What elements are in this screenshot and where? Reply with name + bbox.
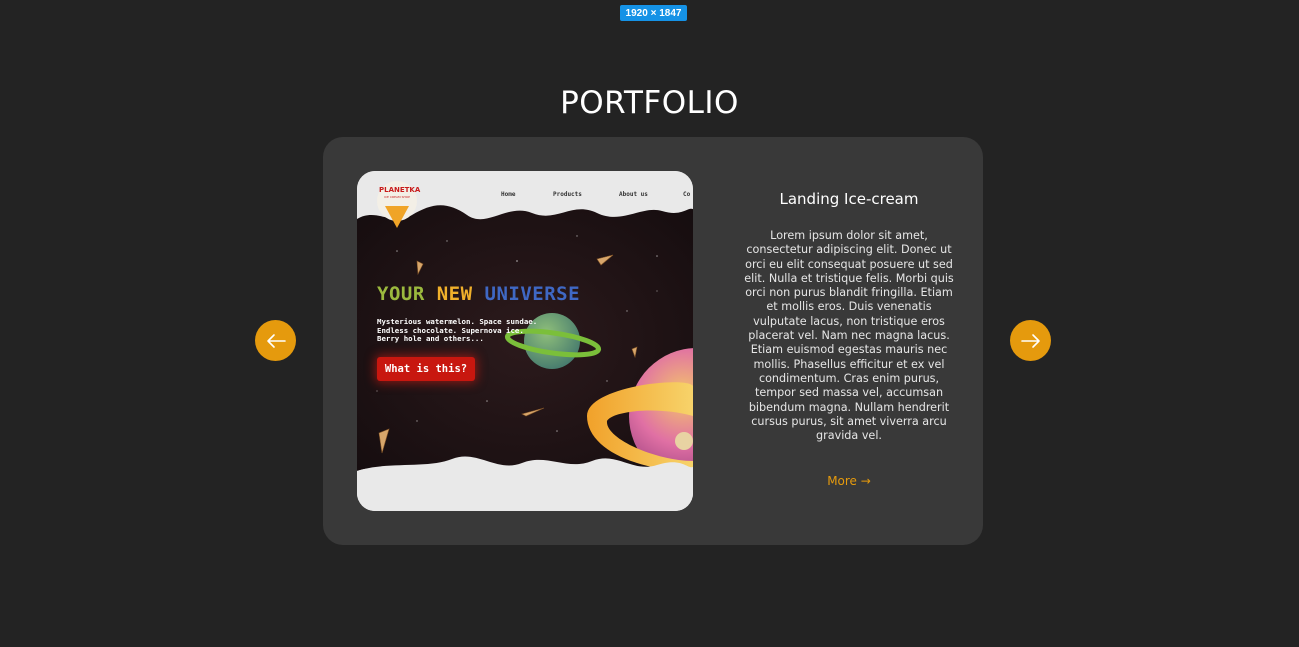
project-title: Landing Ice-cream — [779, 190, 919, 208]
canvas-size-badge: 1920 × 1847 — [620, 5, 687, 21]
preview-nav-item: About us — [619, 191, 648, 198]
project-description: Lorem ipsum dolor sit amet, consectetur … — [744, 229, 954, 443]
preview-nav-item: Products — [553, 191, 582, 198]
preview-headline-word: NEW — [436, 283, 473, 305]
preview-nav-item: Co — [683, 191, 691, 198]
portfolio-card: PLANETKA ICE CREAM SHOP Home Products Ab… — [323, 137, 983, 545]
arrow-right-icon — [1020, 333, 1040, 348]
preview-headline-word: UNIVERSE — [484, 283, 581, 305]
arrow-left-icon — [266, 333, 286, 348]
carousel-next-button[interactable] — [1010, 320, 1051, 361]
preview-subtext: Mysterious watermelon. Space sundae. End… — [377, 317, 577, 344]
preview-headline-word: YOUR — [377, 283, 425, 305]
preview-nav: Home Products About us Co — [357, 191, 693, 201]
project-preview-image[interactable]: PLANETKA ICE CREAM SHOP Home Products Ab… — [357, 171, 693, 511]
carousel-prev-button[interactable] — [255, 320, 296, 361]
preview-cta-button: What is this? — [377, 357, 475, 381]
preview-subtext-line: Berry hole and others... — [377, 334, 484, 344]
preview-nav-item: Home — [501, 191, 516, 198]
page-title: PORTFOLIO — [560, 84, 739, 121]
preview-headline: YOUR NEW UNIVERSE — [377, 283, 580, 305]
more-link[interactable]: More → — [737, 474, 961, 488]
